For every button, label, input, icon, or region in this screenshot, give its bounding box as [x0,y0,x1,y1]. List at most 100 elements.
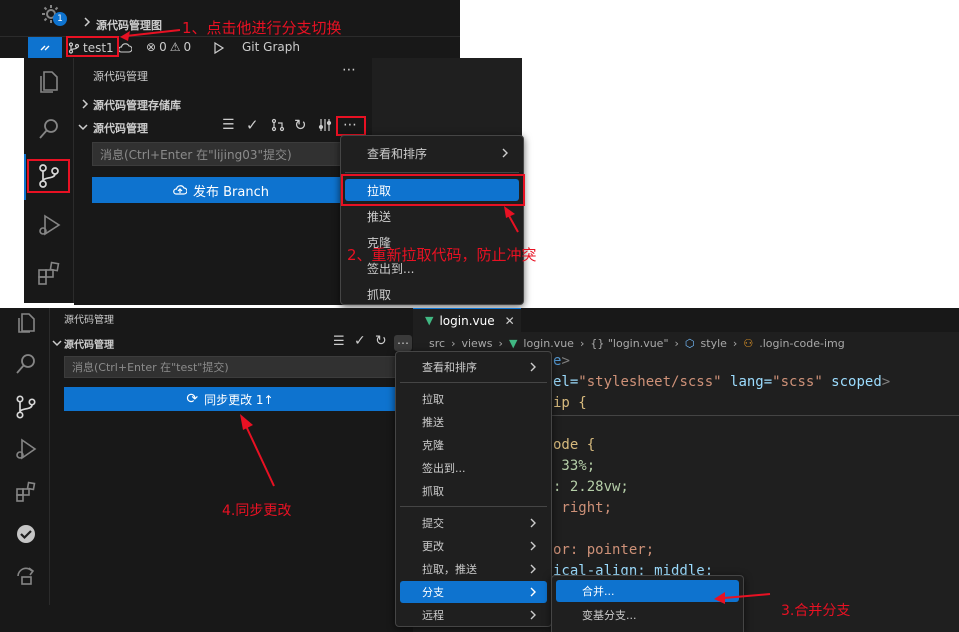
code-line-2: el="stylesheet/scss" lang="scss" scoped> [553,374,890,390]
remote-indicator-icon[interactable] [28,37,62,58]
annotation-arrow-4 [240,414,275,487]
menu-item-label: 签出到... [422,462,466,475]
view-as-tree-icon[interactable]: ☰ [222,117,235,133]
breadcrumb-item[interactable]: .login-code-img [759,337,845,350]
chevron-right-icon [530,587,536,597]
context-menu-1: 查看和排序 拉取 推送 克隆 签出到... 抓取 [340,135,524,305]
notification-badge: 1 [53,12,67,26]
menu-item-label: 查看和排序 [422,361,477,374]
menu-item-pull-push[interactable]: 拉取，推送 [400,558,547,580]
menu-item-clone[interactable]: 克隆 [400,434,547,456]
annotation-2: 2、重新拉取代码，防止冲突 [347,246,537,264]
breadcrumb-item[interactable]: views [461,337,492,350]
menu-item-remote[interactable]: 远程 [400,604,547,626]
menu-item-push[interactable]: 推送 [400,411,547,433]
breadcrumb-item[interactable]: style [701,337,727,350]
warning-count: 0 [183,40,192,54]
run-debug-icon[interactable] [14,437,38,461]
commit-message-input[interactable]: 消息(Ctrl+Enter 在"lijing03"提交) [92,142,350,166]
explorer-icon[interactable] [36,68,62,94]
breadcrumb-item[interactable]: {} "login.vue" [590,337,668,350]
menu-item-rebase[interactable]: 变基分支... [556,604,739,626]
create-pr-icon[interactable] [271,118,285,132]
commit-message-input[interactable]: 消息(Ctrl+Enter 在"test"提交) [64,356,396,378]
code-token: lang= [721,374,773,390]
chevron-right-icon [530,610,536,620]
commit-check-icon[interactable]: ✓ [354,333,366,349]
highlight-branch-box [66,36,119,57]
code-line-8: right; [553,500,613,516]
chevron-right-icon [530,564,536,574]
breadcrumb-item[interactable]: login.vue [523,337,574,350]
breadcrumb-item[interactable]: src [429,337,445,350]
menu-item-fetch[interactable]: 抓取 [400,480,547,502]
chevron-right-icon [82,99,89,109]
refresh-icon[interactable]: ↻ [294,116,307,134]
run-debug-icon[interactable] [212,41,226,55]
search-icon[interactable] [14,352,38,376]
commit-check-icon[interactable]: ✓ [246,116,259,134]
remote-explorer-icon[interactable] [14,564,38,588]
menu-item-view-sort[interactable]: 查看和排序 [345,142,519,164]
more-actions-icon[interactable]: ⋯ [342,62,356,78]
scm-section-label: 源代码管理 [93,122,148,135]
chevron-right-icon [530,541,536,551]
menu-item-checkout[interactable]: 签出到... [400,457,547,479]
extensions-icon[interactable] [36,260,62,286]
code-token: > [881,374,891,390]
menu-item-fetch[interactable]: 抓取 [345,283,519,305]
source-control-icon[interactable] [14,395,38,419]
extensions-icon[interactable] [14,480,38,504]
menu-item-label: 远程 [422,609,444,622]
selector-icon: ⚇ [743,336,754,350]
menu-separator [345,172,519,173]
menu-item-label: 查看和排序 [367,146,428,161]
tab-login-vue[interactable]: ▼ login.vue ✕ [413,308,521,332]
annotation-1: 1、点击他进行分支切换 [182,19,342,37]
menu-item-label: 抓取 [422,485,444,498]
scm-more-actions-icon[interactable]: ⋯ [394,335,412,351]
highlight-scm-box [27,159,70,193]
scm-section-label: 源代码管理 [64,340,114,351]
code-line-7: : 2.28vw; [553,479,629,495]
breadcrumb: src › views › ▼ login.vue › {} "login.vue" › … [413,333,959,353]
style-icon: ⬡ [684,336,695,350]
menu-item-changes[interactable]: 更改 [400,535,547,557]
menu-item-view-sort[interactable]: 查看和排序 [400,356,547,378]
repos-section-header[interactable]: 源代码管理存储库 [74,93,372,115]
highlight-pull-box [341,174,525,206]
menu-item-label: 分支 [422,586,444,599]
code-line-5: ode { [553,437,596,453]
git-graph-icon[interactable] [318,118,332,132]
code-token: el= [553,374,579,390]
close-icon[interactable]: ✕ [505,314,515,328]
code-line-1: e> [553,353,570,369]
chevron-right-icon [84,17,91,27]
sidebar-title: 源代码管理 [93,70,148,83]
annotation-arrow-1 [120,29,181,41]
sync-changes-button[interactable]: ⟳ 同步更改 1↑ [64,387,396,411]
menu-item-pull[interactable]: 拉取 [400,388,547,410]
git-graph-status[interactable]: Git Graph [242,40,300,54]
view-as-tree-icon[interactable]: ☰ [333,334,345,349]
menu-item-branch[interactable]: 分支 [400,581,547,603]
breadcrumb-separator: › [732,336,738,350]
vue-file-icon: ▼ [425,314,434,327]
tab-label: login.vue [439,313,495,328]
run-debug-icon[interactable] [36,212,62,238]
explorer-icon[interactable] [14,312,38,334]
refresh-icon[interactable]: ↻ [375,333,387,349]
menu-item-push[interactable]: 推送 [345,205,519,227]
publish-branch-button[interactable]: 发布 Branch [92,177,350,203]
chevron-down-icon [78,124,88,131]
sync-icon: ⟳ [186,391,199,407]
scm-section-header[interactable]: 源代码管理 [50,333,400,353]
breadcrumb-separator: › [579,336,585,350]
menu-item-commit[interactable]: 提交 [400,512,547,534]
code-token: scoped [822,374,882,390]
menu-item-label: 克隆 [422,439,444,452]
menu-separator [400,506,547,507]
search-icon[interactable] [36,116,62,142]
testing-check-icon[interactable] [14,522,38,546]
breadcrumb-separator: › [451,336,456,350]
